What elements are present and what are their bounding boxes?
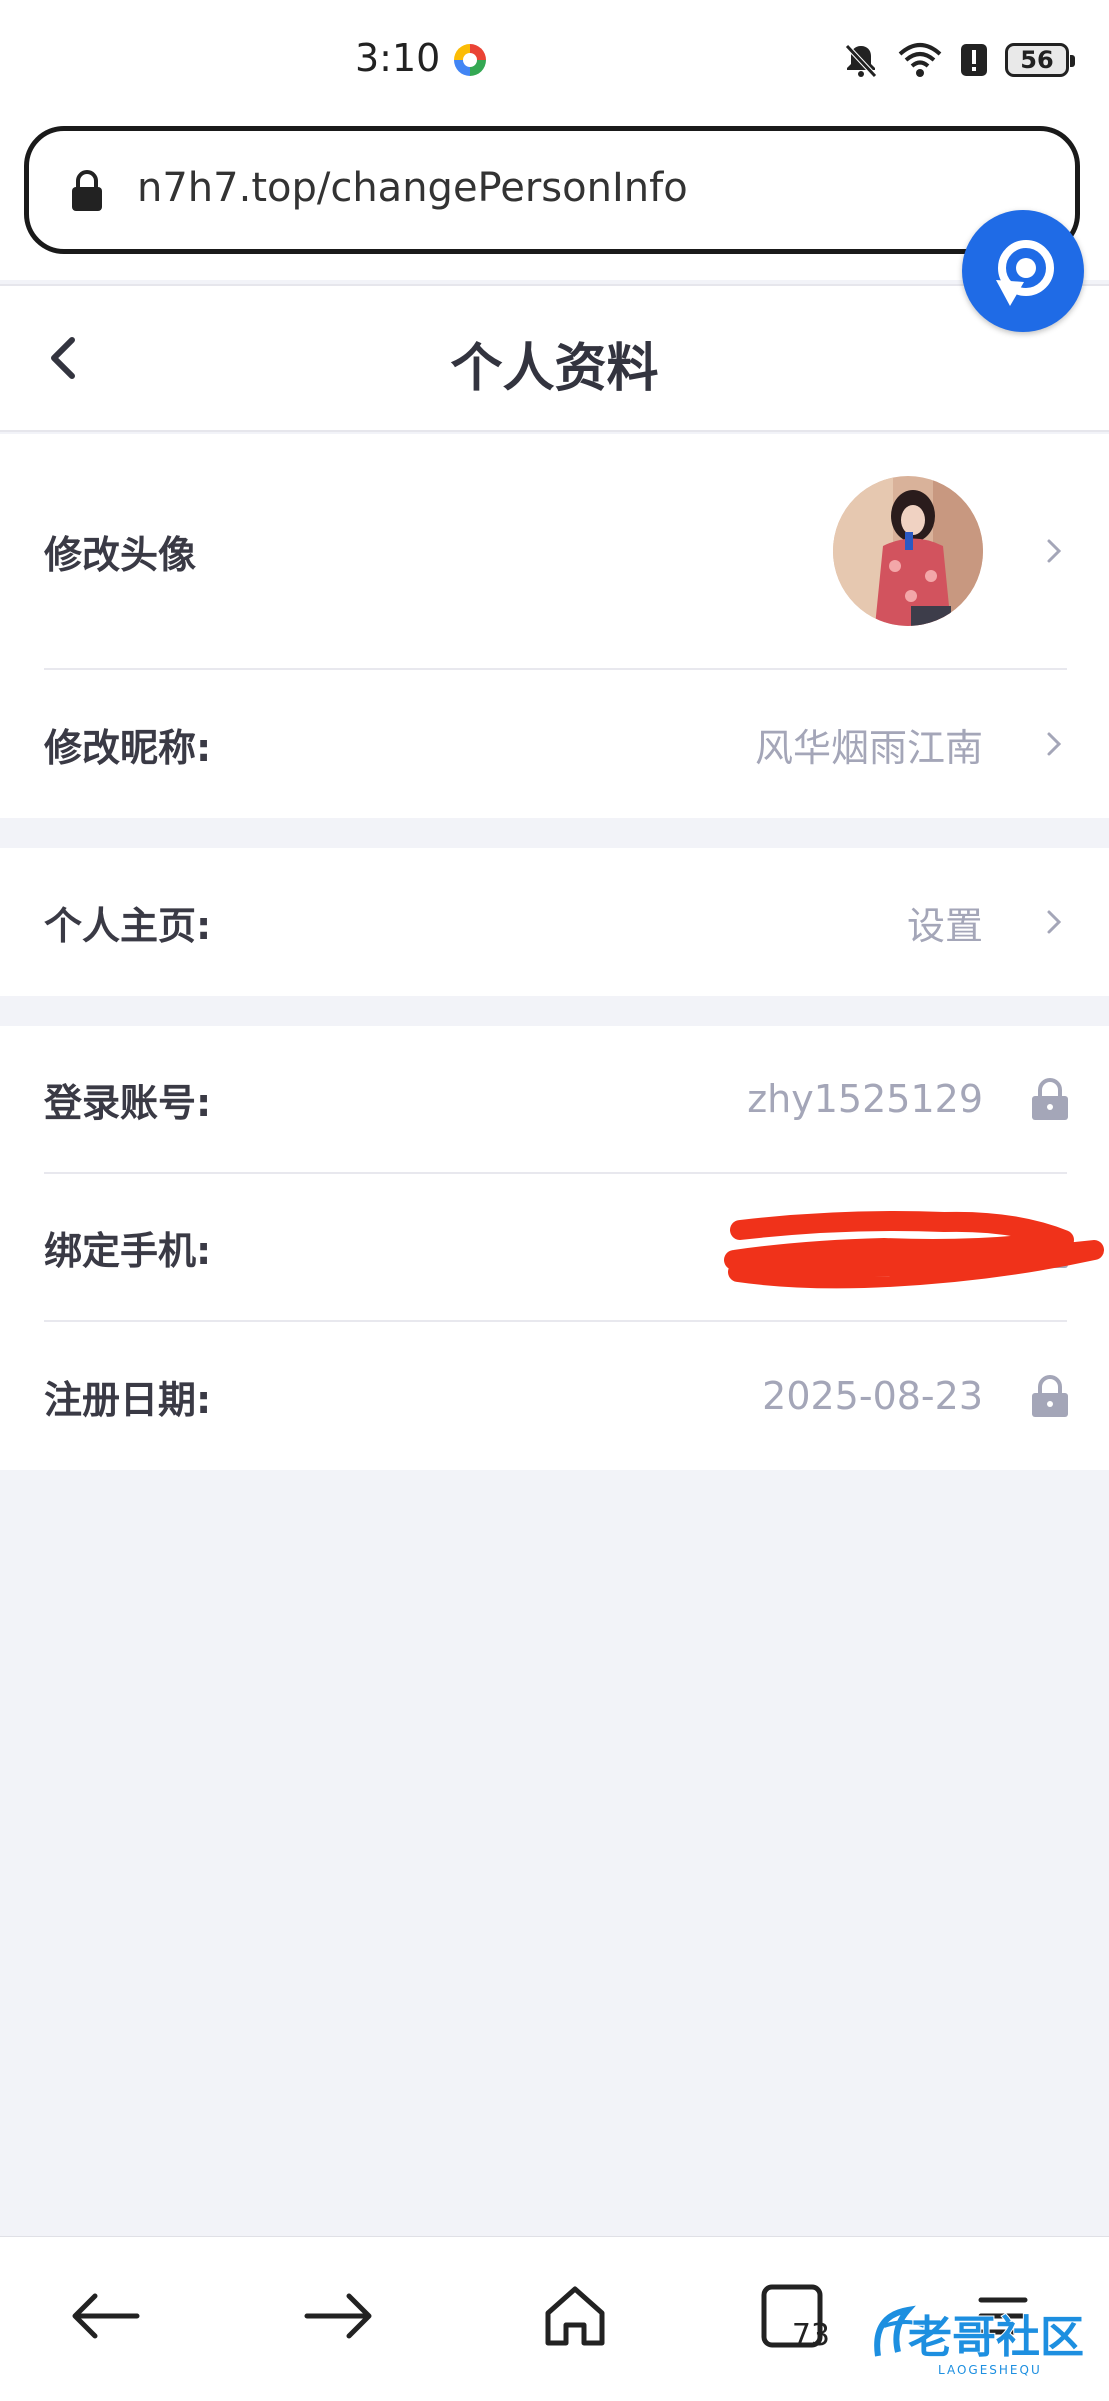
wifi-icon <box>898 43 942 77</box>
register-date-label: 注册日期: <box>44 1377 212 1422</box>
homepage-value: 设置 <box>906 903 983 948</box>
back-arrow-icon <box>72 2293 140 2339</box>
avatar-image <box>833 476 983 626</box>
chevron-right-icon <box>1047 732 1062 756</box>
profile-section-basic: 修改头像 修改昵称: 风华烟雨江南 <box>0 434 1109 818</box>
nickname-label: 修改昵称: <box>44 725 212 770</box>
redaction-scribble <box>724 1211 1104 1289</box>
account-label: 登录账号: <box>44 1080 212 1125</box>
phone-label: 绑定手机: <box>44 1228 212 1273</box>
lock-icon <box>72 170 102 211</box>
battery-icon: 56 <box>1005 43 1075 77</box>
phone-row: 绑定手机: <box>44 1174 1109 1320</box>
chevron-right-icon <box>1047 539 1062 563</box>
register-date-value: 2025-08-23 <box>762 1374 983 1418</box>
lock-icon <box>1032 1078 1068 1120</box>
status-bar: 3:10 56 <box>0 0 1109 120</box>
watermark-logo: 老哥社区 LAOGESHEQU <box>874 2305 1085 2377</box>
url-text[interactable]: n7h7.top/changePersonInfo <box>137 165 688 211</box>
watermark-subtext: LAOGESHEQU <box>938 2363 1042 2377</box>
chevron-right-icon <box>1047 910 1062 934</box>
status-icons: 56 <box>841 38 1075 82</box>
forward-arrow-icon <box>304 2293 372 2339</box>
profile-section-homepage: 个人主页: 设置 <box>0 848 1109 996</box>
account-row: 登录账号: zhy1525129 <box>44 1026 1109 1172</box>
homepage-label: 个人主页: <box>44 903 212 948</box>
mute-bell-icon <box>845 44 877 78</box>
profile-section-account: 登录账号: zhy1525129 绑定手机: 注册日期: 2025-08-23 <box>0 1026 1109 1470</box>
watermark-text: 老哥社区 <box>908 2312 1084 2363</box>
status-time: 3:10 <box>355 36 441 80</box>
tabs-button[interactable]: 73 <box>748 2271 838 2361</box>
forward-button[interactable] <box>294 2271 384 2361</box>
app-indicator-icon <box>454 44 486 76</box>
page-header: 个人资料 <box>0 284 1109 432</box>
refresh-icon <box>996 240 1054 306</box>
page-title: 个人资料 <box>450 339 659 399</box>
lock-icon <box>1032 1375 1068 1417</box>
avatar[interactable] <box>833 476 983 626</box>
tab-count: 73 <box>791 2318 830 2353</box>
nickname-row[interactable]: 修改昵称: 风华烟雨江南 <box>44 670 1109 818</box>
avatar-row[interactable]: 修改头像 <box>44 434 1109 668</box>
browser-toolbar: n7h7.top/changePersonInfo <box>0 120 1109 280</box>
address-bar[interactable]: n7h7.top/changePersonInfo <box>24 126 1080 254</box>
home-button[interactable] <box>530 2271 620 2361</box>
avatar-label: 修改头像 <box>44 532 197 577</box>
floating-refresh-button[interactable] <box>962 210 1084 332</box>
battery-level: 56 <box>1020 46 1054 74</box>
account-value: zhy1525129 <box>747 1077 983 1121</box>
register-date-row: 注册日期: 2025-08-23 <box>44 1322 1109 1470</box>
alert-icon <box>961 44 987 76</box>
homepage-row[interactable]: 个人主页: 设置 <box>44 848 1109 996</box>
back-button[interactable] <box>60 2271 150 2361</box>
home-icon <box>545 2286 605 2346</box>
nickname-value: 风华烟雨江南 <box>754 725 983 770</box>
